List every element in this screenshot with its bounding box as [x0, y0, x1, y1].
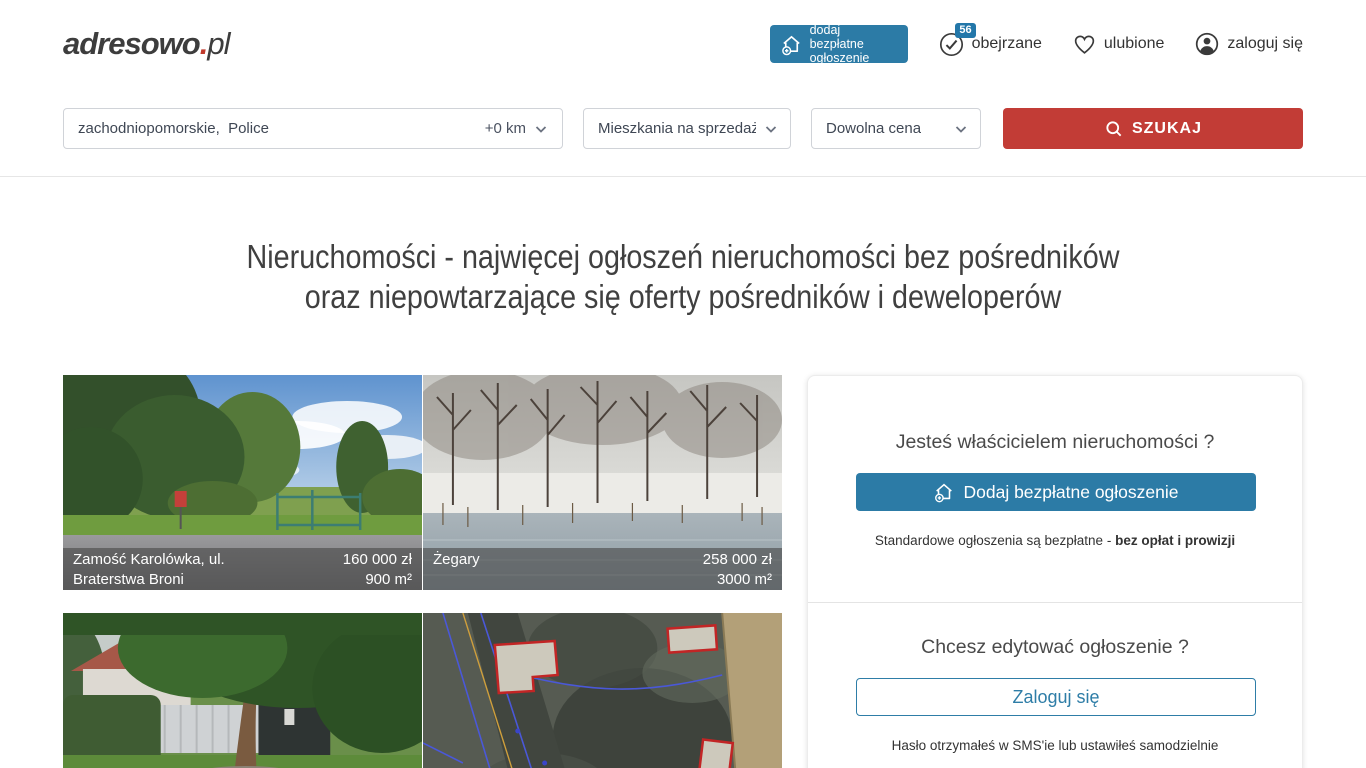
radius-value: +0 km [485, 120, 526, 137]
owner-section: Jesteś właścicielem nieruchomości ? Doda… [808, 376, 1302, 603]
viewed-link[interactable]: 56 obejrzane [938, 31, 1042, 58]
listing-price-area: 160 000 zł 900 m² [343, 550, 412, 590]
listing-photo-garden-tree [63, 613, 422, 768]
category-select[interactable]: Mieszkania na sprzedaż [583, 108, 791, 149]
viewed-label: obejrzane [972, 35, 1042, 53]
listing-price: 160 000 zł [343, 550, 412, 570]
hero: Nieruchomości - najwięcej ogłoszeń nieru… [0, 237, 1366, 317]
owner-panel: Jesteś właścicielem nieruchomości ? Doda… [807, 375, 1303, 768]
listing-name: Żegary [433, 550, 648, 590]
listing-grid: Zamość Karolówka, ul. Braterstwa Broni 1… [63, 375, 782, 768]
listing-caption: Żegary 258 000 zł 3000 m² [423, 548, 782, 590]
search-button[interactable]: SZUKAJ [1003, 108, 1303, 149]
favorites-label: ulubione [1104, 35, 1165, 53]
price-select[interactable]: Dowolna cena [811, 108, 981, 149]
viewed-count-badge: 56 [955, 23, 975, 38]
listing-card[interactable]: Puchliki 385 000 zł [423, 613, 782, 768]
house-plus-icon [780, 33, 803, 56]
header: adresowo.pl dodaj bezpłatne ogłoszenie [0, 0, 1366, 88]
search-button-label: SZUKAJ [1132, 120, 1202, 138]
edit-heading: Chcesz edytować ogłoszenie ? [856, 636, 1254, 659]
favorites-link[interactable]: ulubione [1072, 32, 1165, 57]
radius-select[interactable]: +0 km [485, 120, 548, 137]
heart-icon [1072, 32, 1097, 57]
listing-card[interactable]: Żegary 258 000 zł 3000 m² [423, 375, 782, 590]
listing-caption: Zamość Karolówka, ul. Braterstwa Broni 1… [63, 548, 422, 590]
sidebar-add-listing-label: Dodaj bezpłatne ogłoszenie [963, 482, 1178, 503]
search-bar: +0 km Mieszkania na sprzedaż Dowolna cen… [0, 88, 1366, 177]
page-title-line2: oraz niepowtarzające się oferty pośredni… [89, 277, 1277, 317]
location-field: +0 km [63, 108, 563, 149]
listing-card[interactable]: Koronowo Pieczyska, ul. 240 000 zł [63, 613, 422, 768]
page-title: Nieruchomości - najwięcej ogłoszeń nieru… [0, 237, 1366, 317]
location-input[interactable] [78, 120, 485, 137]
category-value: Mieszkania na sprzedaż [598, 120, 756, 137]
chevron-down-icon [534, 122, 548, 136]
password-note: Hasło otrzymałeś w SMS'ie lub ustawiłeś … [856, 738, 1254, 753]
listing-price: 258 000 zł [703, 550, 772, 570]
logo[interactable]: adresowo.pl [63, 26, 229, 62]
sidebar-add-listing-button[interactable]: Dodaj bezpłatne ogłoszenie [856, 473, 1256, 511]
login-label: zaloguj się [1227, 35, 1303, 53]
add-listing-label: dodaj bezpłatne ogłoszenie [810, 23, 898, 65]
owner-heading: Jesteś właścicielem nieruchomości ? [856, 431, 1254, 454]
magnifier-icon [1104, 119, 1124, 139]
logo-tld: pl [207, 26, 229, 61]
edit-section: Chcesz edytować ogłoszenie ? Zaloguj się… [808, 603, 1302, 753]
listing-price-area: 258 000 zł 3000 m² [703, 550, 772, 590]
listing-area: 3000 m² [703, 570, 772, 590]
check-circle-icon: 56 [938, 31, 965, 58]
house-plus-icon [933, 481, 955, 503]
page-title-line1: Nieruchomości - najwięcej ogłoszeń nieru… [89, 237, 1277, 277]
main-content: Zamość Karolówka, ul. Braterstwa Broni 1… [0, 375, 1366, 768]
add-listing-button[interactable]: dodaj bezpłatne ogłoszenie [770, 25, 908, 63]
sidebar-login-button[interactable]: Zaloguj się [856, 678, 1256, 716]
chevron-down-icon [764, 122, 778, 136]
listing-name: Zamość Karolówka, ul. Braterstwa Broni [73, 550, 288, 590]
price-value: Dowolna cena [826, 120, 921, 137]
chevron-down-icon [954, 122, 968, 136]
login-link[interactable]: zaloguj się [1194, 31, 1303, 57]
listing-photo-satellite-plots [423, 613, 782, 768]
listing-area: 900 m² [343, 570, 412, 590]
user-icon [1194, 31, 1220, 57]
listing-card[interactable]: Zamość Karolówka, ul. Braterstwa Broni 1… [63, 375, 422, 590]
logo-text-main: adresowo [63, 26, 200, 61]
free-listings-note: Standardowe ogłoszenia są bezpłatne - be… [856, 533, 1254, 548]
header-actions: dodaj bezpłatne ogłoszenie 56 obejrzane … [770, 25, 1303, 63]
